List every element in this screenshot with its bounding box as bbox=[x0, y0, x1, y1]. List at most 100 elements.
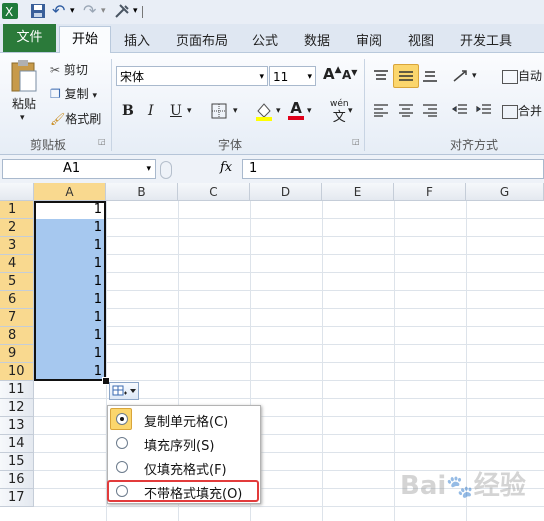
tab-data[interactable]: 数据 bbox=[304, 30, 330, 49]
row-header-15[interactable]: 15 bbox=[0, 453, 34, 471]
align-top-icon[interactable] bbox=[372, 69, 390, 86]
bold-button[interactable]: B bbox=[122, 103, 134, 119]
font-group-label: 字体 bbox=[218, 138, 243, 152]
cell-a2[interactable]: 1 bbox=[34, 219, 106, 237]
row-header-11[interactable]: 11 bbox=[0, 381, 34, 399]
align-middle-icon[interactable] bbox=[393, 64, 419, 88]
font-color-dropdown-icon[interactable]: ▾ bbox=[307, 106, 312, 116]
cell-a6[interactable]: 1 bbox=[34, 291, 106, 309]
row-header-17[interactable]: 17 bbox=[0, 489, 34, 507]
row-header-13[interactable]: 13 bbox=[0, 417, 34, 435]
row-header-10[interactable]: 10 bbox=[0, 363, 34, 381]
phonetic-dropdown-icon[interactable]: ▾ bbox=[348, 106, 353, 116]
copy-button[interactable]: ❐ 复制 ▾ bbox=[50, 85, 97, 102]
align-right-icon[interactable] bbox=[421, 103, 439, 120]
phonetic-button[interactable]: wén 文 bbox=[330, 99, 349, 125]
tab-insert[interactable]: 插入 bbox=[124, 30, 150, 49]
font-launcher-icon[interactable]: ◲ bbox=[352, 137, 360, 146]
cell-a1[interactable]: 1 bbox=[34, 201, 106, 219]
fill-color-dropdown-icon[interactable]: ▾ bbox=[276, 106, 281, 116]
cell-a8[interactable]: 1 bbox=[34, 327, 106, 345]
copy-dropdown-icon: ▾ bbox=[92, 91, 97, 101]
underline-button[interactable]: U bbox=[170, 103, 182, 119]
italic-button[interactable]: I bbox=[148, 103, 154, 119]
cell-a5[interactable]: 1 bbox=[34, 273, 106, 291]
name-box[interactable]: A1 ▾ bbox=[2, 159, 156, 179]
cell-a7[interactable]: 1 bbox=[34, 309, 106, 327]
row-header-14[interactable]: 14 bbox=[0, 435, 34, 453]
row-header-2[interactable]: 2 bbox=[0, 219, 34, 237]
column-header-f[interactable]: F bbox=[394, 183, 466, 201]
format-painter-button[interactable]: 🖌格式刷 bbox=[50, 110, 101, 127]
gridline bbox=[394, 201, 395, 521]
borders-dropdown-icon[interactable]: ▾ bbox=[233, 106, 238, 116]
row-header-9[interactable]: 9 bbox=[0, 345, 34, 363]
redo-icon[interactable]: ↷ bbox=[83, 3, 99, 19]
paste-dropdown-icon[interactable]: ▾ bbox=[20, 113, 25, 123]
font-name-combo[interactable]: 宋体 ▾ bbox=[116, 66, 268, 86]
customize-toolbar-icon[interactable] bbox=[142, 6, 149, 18]
merge-button[interactable]: 合并 bbox=[502, 102, 542, 119]
select-all-corner[interactable] bbox=[0, 183, 34, 201]
row-header-6[interactable]: 6 bbox=[0, 291, 34, 309]
column-header-d[interactable]: D bbox=[250, 183, 322, 201]
autofill-options-button[interactable] bbox=[109, 382, 139, 400]
tab-review[interactable]: 审阅 bbox=[356, 30, 382, 49]
cell-a10[interactable]: 1 bbox=[34, 363, 106, 381]
row-header-7[interactable]: 7 bbox=[0, 309, 34, 327]
align-center-icon[interactable] bbox=[397, 103, 415, 120]
tab-developer[interactable]: 开发工具 bbox=[460, 30, 512, 49]
insert-function-button[interactable]: fx bbox=[220, 160, 232, 175]
row-header-5[interactable]: 5 bbox=[0, 273, 34, 291]
cell-a3[interactable]: 1 bbox=[34, 237, 106, 255]
undo-icon[interactable]: ↶ bbox=[52, 3, 68, 19]
radio-copy-cells-icon bbox=[116, 413, 128, 425]
shrink-font-button[interactable]: A▼ bbox=[342, 68, 357, 82]
increase-indent-icon[interactable] bbox=[475, 103, 493, 120]
row-header-1[interactable]: 1 bbox=[0, 201, 34, 219]
tab-file[interactable]: 文件 bbox=[3, 24, 56, 52]
cell-a9[interactable]: 1 bbox=[34, 345, 106, 363]
font-size-value: 11 bbox=[273, 70, 289, 84]
cell-a4[interactable]: 1 bbox=[34, 255, 106, 273]
align-left-icon[interactable] bbox=[372, 103, 390, 120]
column-header-e[interactable]: E bbox=[322, 183, 394, 201]
row-header-8[interactable]: 8 bbox=[0, 327, 34, 345]
row-header-16[interactable]: 16 bbox=[0, 471, 34, 489]
gridline bbox=[34, 344, 544, 345]
clipboard-launcher-icon[interactable]: ◲ bbox=[98, 137, 106, 146]
paste-icon[interactable] bbox=[8, 59, 40, 95]
wrap-text-button[interactable]: 自动 bbox=[502, 67, 542, 84]
underline-dropdown-icon[interactable]: ▾ bbox=[187, 106, 192, 116]
cut-button[interactable]: ✂ 剪切 bbox=[50, 61, 88, 78]
row-header-3[interactable]: 3 bbox=[0, 237, 34, 255]
row-header-12[interactable]: 12 bbox=[0, 399, 34, 417]
tab-page-layout[interactable]: 页面布局 bbox=[176, 30, 228, 49]
tools-icon[interactable] bbox=[114, 3, 130, 19]
borders-icon[interactable] bbox=[210, 102, 228, 123]
column-header-c[interactable]: C bbox=[178, 183, 250, 201]
tab-view[interactable]: 视图 bbox=[408, 30, 434, 49]
align-bottom-icon[interactable] bbox=[421, 69, 439, 86]
column-header-a[interactable]: A bbox=[34, 183, 106, 201]
save-icon[interactable] bbox=[30, 3, 46, 19]
orientation-icon[interactable] bbox=[452, 67, 472, 86]
font-size-combo[interactable]: 11 ▾ bbox=[269, 66, 316, 86]
formula-input[interactable]: 1 bbox=[242, 159, 544, 179]
menu-item-fill-series[interactable]: 填充序列(S) bbox=[108, 432, 260, 456]
column-header-b[interactable]: B bbox=[106, 183, 178, 201]
column-header-g[interactable]: G bbox=[466, 183, 544, 201]
grow-font-button[interactable]: A▲ bbox=[323, 65, 342, 83]
formula-resize-handle[interactable] bbox=[160, 161, 172, 179]
row-header-4[interactable]: 4 bbox=[0, 255, 34, 273]
fill-color-icon[interactable] bbox=[254, 101, 274, 124]
highlight-box bbox=[107, 480, 259, 502]
font-color-icon[interactable]: A bbox=[288, 99, 304, 120]
decrease-indent-icon[interactable] bbox=[451, 103, 469, 120]
paste-button[interactable]: 粘贴 bbox=[12, 95, 36, 112]
tab-formulas[interactable]: 公式 bbox=[252, 30, 278, 49]
orientation-dropdown-icon[interactable]: ▾ bbox=[472, 71, 477, 81]
tab-home[interactable]: 开始 bbox=[59, 26, 111, 54]
menu-item-fill-formatting-only[interactable]: 仅填充格式(F) bbox=[108, 456, 260, 480]
menu-item-copy-cells[interactable]: 复制单元格(C) bbox=[108, 408, 260, 432]
